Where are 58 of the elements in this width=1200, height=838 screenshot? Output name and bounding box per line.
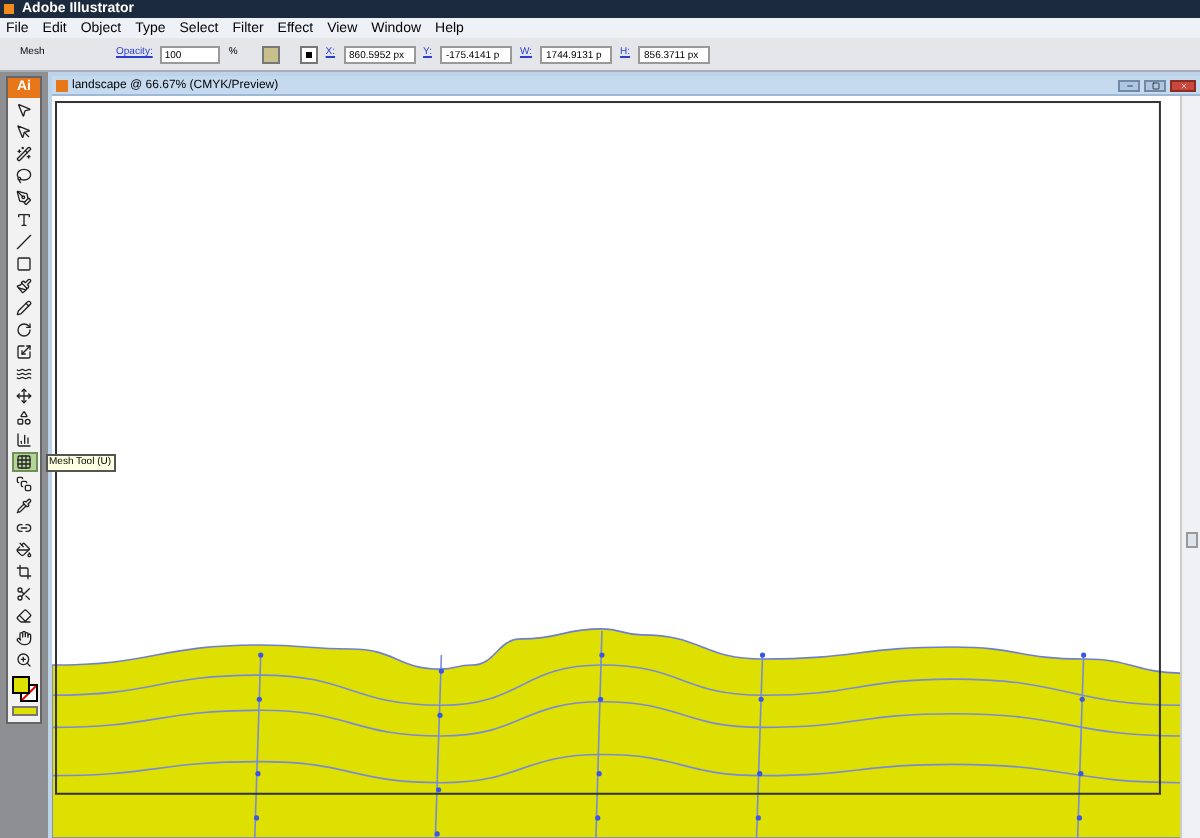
link-icon xyxy=(16,520,32,536)
tool-button[interactable] xyxy=(11,408,37,428)
style-swatch[interactable] xyxy=(261,45,280,63)
tool-button[interactable] xyxy=(11,320,37,340)
app-logo-icon xyxy=(4,4,14,14)
tool-button[interactable] xyxy=(11,254,37,274)
tool-button[interactable] xyxy=(11,298,37,318)
tool-button[interactable] xyxy=(11,166,37,186)
maximize-icon xyxy=(1151,81,1159,89)
vertical-scrollbar[interactable] xyxy=(1180,96,1200,838)
scissors-icon xyxy=(16,586,32,602)
close-button[interactable] xyxy=(1170,79,1196,91)
wave-icon xyxy=(16,366,32,382)
shapes-icon xyxy=(16,410,32,426)
stack-icon xyxy=(16,476,32,492)
reference-point-icon[interactable] xyxy=(299,45,318,63)
wand-icon xyxy=(16,146,32,162)
tool-button[interactable] xyxy=(11,496,37,516)
line-icon xyxy=(16,234,32,250)
pencil-icon xyxy=(16,300,32,316)
brush-icon xyxy=(16,278,32,294)
eyedropper-icon xyxy=(16,498,32,514)
tool-button[interactable] xyxy=(11,386,37,406)
document-icon xyxy=(56,79,68,91)
tool-button[interactable] xyxy=(11,144,37,164)
crop-icon xyxy=(16,564,32,580)
tool-button[interactable] xyxy=(11,518,37,538)
minimize-icon xyxy=(1125,81,1133,89)
type-icon xyxy=(16,212,32,228)
tool-button[interactable] xyxy=(11,232,37,252)
tool-button[interactable] xyxy=(11,540,37,560)
hollow-arrow-icon xyxy=(16,124,32,140)
hand-icon xyxy=(16,630,32,646)
tool-button[interactable] xyxy=(11,364,37,384)
lasso-icon xyxy=(16,168,32,184)
tool-button[interactable] xyxy=(11,342,37,362)
scale-icon xyxy=(16,344,32,360)
move-icon xyxy=(16,388,32,404)
zoom-icon xyxy=(16,652,32,668)
pen-icon xyxy=(16,190,32,206)
fill-stroke-swatches-icon[interactable] xyxy=(11,676,37,702)
bar-chart-icon xyxy=(16,432,32,448)
arrow-icon xyxy=(16,102,32,118)
bucket-icon xyxy=(16,542,32,558)
tool-button[interactable] xyxy=(11,606,37,626)
tool-button[interactable] xyxy=(11,276,37,296)
tool-button[interactable] xyxy=(11,562,37,582)
maximize-button[interactable] xyxy=(1144,79,1166,91)
grid-icon xyxy=(16,454,32,470)
rotate-icon xyxy=(16,322,32,338)
color-mode-icons[interactable] xyxy=(11,706,37,716)
tool-button[interactable] xyxy=(11,474,37,494)
tool-button[interactable] xyxy=(11,188,37,208)
minimize-button[interactable] xyxy=(1118,79,1140,91)
scroll-thumb[interactable] xyxy=(1185,532,1197,548)
rectangle-icon xyxy=(16,256,32,272)
tool-button[interactable] xyxy=(11,628,37,648)
eraser-icon xyxy=(16,608,32,624)
